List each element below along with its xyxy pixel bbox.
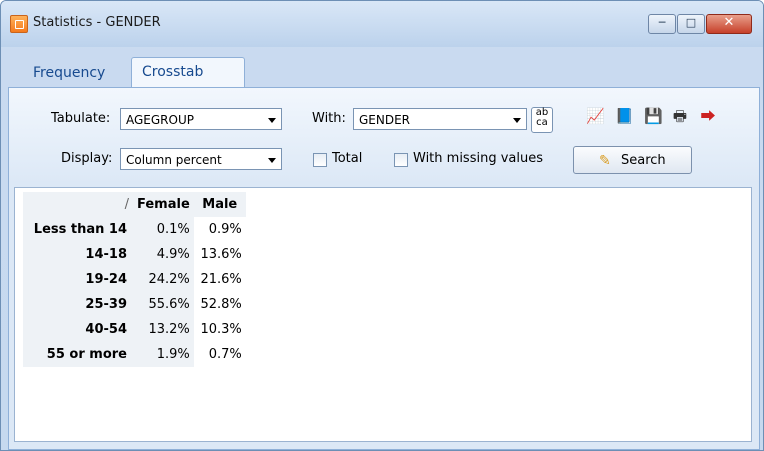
minimize-button[interactable]: ─ (648, 14, 676, 34)
crosstab-table: / Female Male Less than 14 0.1% 0.9% 14-… (23, 192, 246, 367)
row-header: 40-54 (23, 317, 133, 342)
display-select[interactable]: Column percent (120, 148, 282, 170)
maximize-icon: □ (685, 16, 697, 29)
search-broom-icon: ✎ (599, 153, 611, 169)
export-icon[interactable]: 📘 (615, 107, 634, 125)
close-button[interactable]: ✕ (706, 14, 752, 34)
chevron-down-icon (513, 118, 521, 123)
cell-male: 21.6% (193, 267, 246, 292)
display-value: Column percent (126, 153, 222, 167)
table-row: 55 or more 1.9% 0.7% (23, 342, 246, 367)
search-button[interactable]: ✎ Search (573, 146, 692, 174)
corner-cell: / (23, 192, 133, 217)
table-row: 40-54 13.2% 10.3% (23, 317, 246, 342)
tab-crosstab[interactable]: Crosstab (131, 57, 245, 89)
cell-male: 0.9% (193, 217, 246, 242)
row-header: Less than 14 (23, 217, 133, 242)
row-header: 14-18 (23, 242, 133, 267)
cell-male: 52.8% (193, 292, 246, 317)
tabulate-select[interactable]: AGEGROUP (120, 108, 282, 130)
cell-female: 55.6% (133, 292, 194, 317)
missing-values-label: With missing values (413, 151, 543, 166)
missing-values-checkbox[interactable] (394, 153, 408, 167)
save-icon[interactable]: 💾 (644, 107, 663, 125)
print-icon[interactable]: 🖶 (671, 107, 689, 125)
table-row: 19-24 24.2% 21.6% (23, 267, 246, 292)
chart-icon[interactable]: 📈 (586, 107, 605, 125)
maximize-button[interactable]: □ (677, 14, 705, 34)
swap-variables-icon[interactable]: ab ca (531, 107, 553, 133)
table-row: 14-18 4.9% 13.6% (23, 242, 246, 267)
exit-icon[interactable]: ⮕ (699, 107, 717, 125)
tabulate-label: Tabulate: (51, 111, 111, 126)
column-header-female: Female (133, 192, 194, 217)
with-label: With: (312, 111, 346, 126)
column-header-male: Male (193, 192, 246, 217)
table-row: Less than 14 0.1% 0.9% (23, 217, 246, 242)
chevron-down-icon (268, 158, 276, 163)
row-header: 19-24 (23, 267, 133, 292)
table-header-row: / Female Male (23, 192, 246, 217)
cell-female: 1.9% (133, 342, 194, 367)
display-label: Display: (61, 151, 113, 166)
row-header: 55 or more (23, 342, 133, 367)
cell-female: 0.1% (133, 217, 194, 242)
search-label: Search (621, 153, 666, 168)
minimize-icon: ─ (658, 16, 666, 29)
crosstab-results: / Female Male Less than 14 0.1% 0.9% 14-… (14, 187, 752, 442)
total-checkbox[interactable] (313, 153, 327, 167)
chevron-down-icon (268, 118, 276, 123)
row-header: 25-39 (23, 292, 133, 317)
tabulate-value: AGEGROUP (126, 113, 194, 127)
app-icon (10, 15, 28, 33)
with-select[interactable]: GENDER (353, 108, 527, 130)
tab-frequency[interactable]: Frequency (23, 59, 133, 87)
title-bar[interactable]: Statistics - GENDER ─ □ ✕ (1, 1, 763, 47)
statistics-window: Statistics - GENDER ─ □ ✕ Frequency Cros… (0, 0, 764, 451)
cell-male: 10.3% (193, 317, 246, 342)
cell-male: 13.6% (193, 242, 246, 267)
cell-female: 4.9% (133, 242, 194, 267)
with-value: GENDER (359, 113, 411, 127)
total-label: Total (332, 151, 363, 166)
cell-female: 24.2% (133, 267, 194, 292)
window-title: Statistics - GENDER (33, 15, 161, 30)
close-icon: ✕ (723, 15, 735, 30)
cell-female: 13.2% (133, 317, 194, 342)
cell-male: 0.7% (193, 342, 246, 367)
table-row: 25-39 55.6% 52.8% (23, 292, 246, 317)
